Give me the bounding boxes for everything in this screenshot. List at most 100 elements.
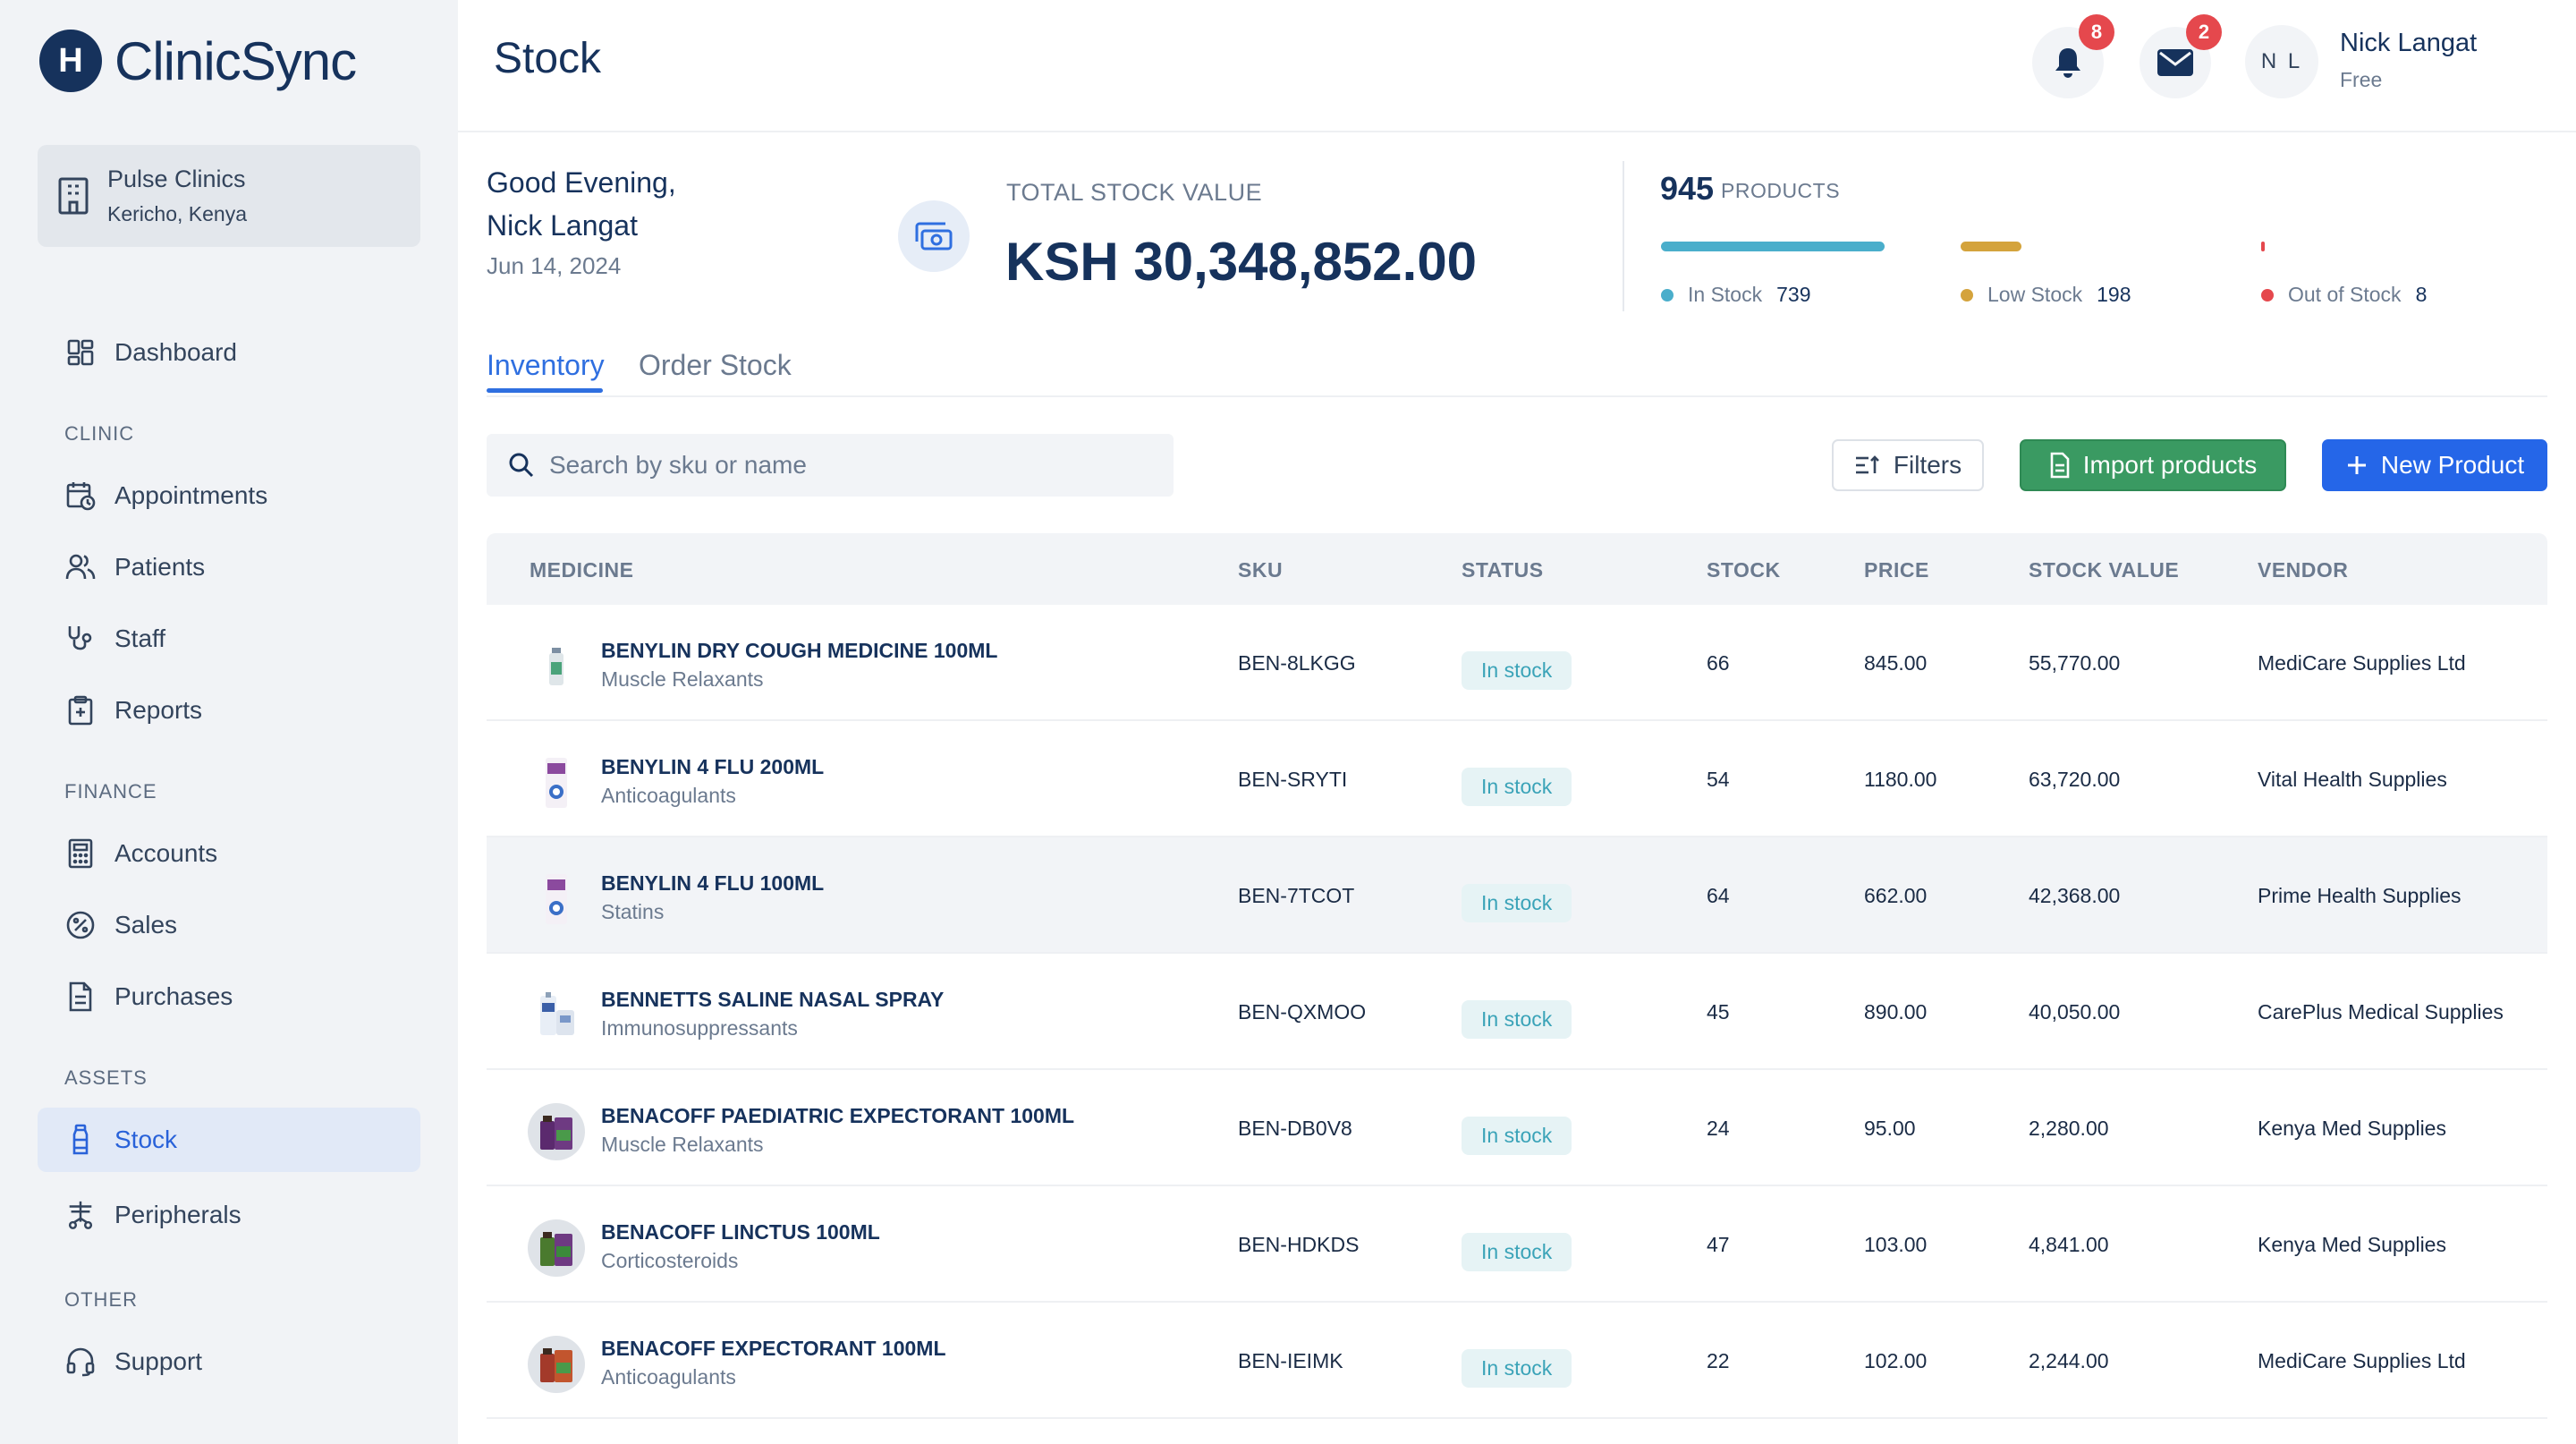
column-header-stock[interactable]: STOCK: [1707, 558, 1781, 582]
medicine-name: BENACOFF EXPECTORANT 100ML: [601, 1337, 946, 1360]
price-cell: 1180.00: [1864, 768, 1937, 791]
out-of-stock-bar: [2261, 242, 2265, 251]
status-badge: In stock: [1462, 1349, 1572, 1388]
price-cell: 102.00: [1864, 1349, 1928, 1372]
table-row[interactable]: BENNETTS SALINE NASAL SPRAY Immunosuppre…: [487, 954, 2547, 1070]
sidebar-item-label: Stock: [114, 1125, 178, 1153]
notifications-button[interactable]: 8: [2032, 14, 2114, 98]
app-logo[interactable]: H ClinicSync: [39, 30, 357, 92]
avatar[interactable]: N L: [2245, 25, 2318, 98]
low-stock-label: Low Stock: [1987, 283, 2083, 306]
in-stock-dot: [1661, 288, 1674, 302]
sidebar-item-stock[interactable]: Stock: [38, 1108, 420, 1172]
vendor-cell: Vital Health Supplies: [2258, 768, 2447, 791]
sidebar-item-peripherals[interactable]: Peripherals: [38, 1183, 420, 1247]
sidebar-item-appointments[interactable]: Appointments: [38, 463, 420, 528]
sidebar-item-label: Dashboard: [114, 338, 237, 366]
stock-value-cell: 2,280.00: [2029, 1117, 2109, 1140]
bell-icon: [2055, 48, 2080, 78]
out-of-stock-label: Out of Stock: [2288, 283, 2402, 306]
vendor-cell: CarePlus Medical Supplies: [2258, 1000, 2504, 1024]
import-products-button[interactable]: Import products: [2020, 439, 2286, 491]
sidebar-item-label: Purchases: [114, 982, 233, 1010]
sidebar-item-staff[interactable]: Staff: [38, 607, 420, 671]
column-header-vendor[interactable]: VENDOR: [2258, 558, 2348, 582]
sidebar-item-label: Appointments: [114, 481, 268, 509]
stock-value-cell: 42,368.00: [2029, 884, 2121, 907]
medicine-name: BENYLIN 4 FLU 200ML: [601, 755, 825, 778]
table-row[interactable]: BENYLIN DRY COUGH MEDICINE 100ML Muscle …: [487, 605, 2547, 721]
peripherals-icon: [64, 1199, 97, 1231]
column-header-status[interactable]: STATUS: [1462, 558, 1544, 582]
sidebar-item-purchases[interactable]: Purchases: [38, 964, 420, 1029]
page-title: Stock: [494, 35, 602, 82]
total-stock-value-label: TOTAL STOCK VALUE: [1006, 179, 1263, 206]
sidebar-item-accounts[interactable]: Accounts: [38, 821, 420, 886]
status-badge: In stock: [1462, 1117, 1572, 1155]
stock-value-cell: 63,720.00: [2029, 768, 2121, 791]
bottle-icon: [64, 1124, 97, 1156]
stock-value-cell: 55,770.00: [2029, 651, 2121, 675]
filter-icon: [1855, 455, 1879, 474]
clinic-switcher[interactable]: Pulse Clinics Kericho, Kenya: [38, 145, 420, 247]
new-product-button[interactable]: New Product: [2322, 439, 2547, 491]
envelope-icon: [2157, 49, 2193, 76]
sidebar-item-support[interactable]: Support: [38, 1329, 420, 1394]
sidebar-item-label: Support: [114, 1347, 203, 1375]
active-tab-indicator: [487, 388, 603, 393]
sidebar-item-sales[interactable]: Sales: [38, 893, 420, 957]
greeting: Good Evening,: [487, 166, 676, 199]
messages-button[interactable]: 2: [2140, 14, 2222, 98]
medicine-name: BENACOFF LINCTUS 100ML: [601, 1220, 880, 1244]
legend-in-stock: In Stock 739: [1661, 283, 1810, 307]
vendor-cell: MediCare Supplies Ltd: [2258, 1349, 2466, 1372]
medicine-name: BENYLIN DRY COUGH MEDICINE 100ML: [601, 639, 998, 662]
medicine-name: BENYLIN 4 FLU 100ML: [601, 871, 825, 895]
logo-mark: H: [39, 30, 102, 92]
sku-cell: BEN-HDKDS: [1238, 1233, 1360, 1256]
table-row[interactable]: BENACOFF LINCTUS 100ML Corticosteroids B…: [487, 1186, 2547, 1303]
sidebar-item-label: Patients: [114, 553, 206, 581]
status-badge: In stock: [1462, 768, 1572, 806]
column-header-stock-value[interactable]: STOCK VALUE: [2029, 558, 2179, 582]
tab-inventory[interactable]: Inventory: [487, 349, 605, 382]
document-icon: [64, 981, 97, 1013]
stock-cell: 66: [1707, 651, 1730, 675]
table-row[interactable]: BENACOFF PAEDIATRIC EXPECTORANT 100ML Mu…: [487, 1070, 2547, 1186]
top-bar: Stock 8 2 N L Nick Langat Free: [458, 0, 2576, 132]
table-row[interactable]: BENACOFF EXPECTORANT 100ML Anticoagulant…: [487, 1303, 2547, 1419]
stock-value-cell: 40,050.00: [2029, 1000, 2121, 1024]
table-row[interactable]: BENYLIN 4 FLU 100ML Statins BEN-7TCOT In…: [487, 837, 2547, 954]
stock-cell: 24: [1707, 1117, 1730, 1140]
stock-cell: 45: [1707, 1000, 1730, 1024]
messages-badge: 2: [2186, 14, 2222, 50]
stock-value-cell: 4,841.00: [2029, 1233, 2109, 1256]
user-plan: Free: [2340, 68, 2383, 91]
product-thumbnail-icon: [528, 1103, 585, 1160]
sidebar-item-patients[interactable]: Patients: [38, 535, 420, 599]
price-cell: 662.00: [1864, 884, 1928, 907]
price-cell: 103.00: [1864, 1233, 1928, 1256]
medicine-category: Immunosuppressants: [601, 1016, 798, 1040]
sidebar-item-reports[interactable]: Reports: [38, 678, 420, 743]
sidebar-item-dashboard[interactable]: Dashboard: [38, 320, 420, 385]
search-icon: [509, 453, 534, 478]
status-badge: In stock: [1462, 651, 1572, 690]
column-header-medicine[interactable]: MEDICINE: [530, 558, 633, 582]
percent-circle-icon: [64, 909, 97, 941]
tab-order-stock[interactable]: Order Stock: [639, 349, 792, 382]
vendor-cell: MediCare Supplies Ltd: [2258, 651, 2466, 675]
nav-section-assets: ASSETS: [64, 1066, 148, 1089]
filters-button[interactable]: Filters: [1832, 439, 1984, 491]
table-row[interactable]: BENYLIN 4 FLU 200ML Anticoagulants BEN-S…: [487, 721, 2547, 837]
filters-label: Filters: [1893, 451, 1962, 479]
column-header-sku[interactable]: SKU: [1238, 558, 1283, 582]
stock-cell: 64: [1707, 884, 1730, 907]
sku-cell: BEN-QXMOO: [1238, 1000, 1367, 1024]
search-box[interactable]: [487, 434, 1174, 497]
out-of-stock-count: 8: [2415, 283, 2428, 306]
search-input[interactable]: [549, 451, 1157, 480]
column-header-price[interactable]: PRICE: [1864, 558, 1929, 582]
import-products-label: Import products: [2082, 451, 2258, 479]
user-name[interactable]: Nick Langat: [2340, 29, 2477, 58]
